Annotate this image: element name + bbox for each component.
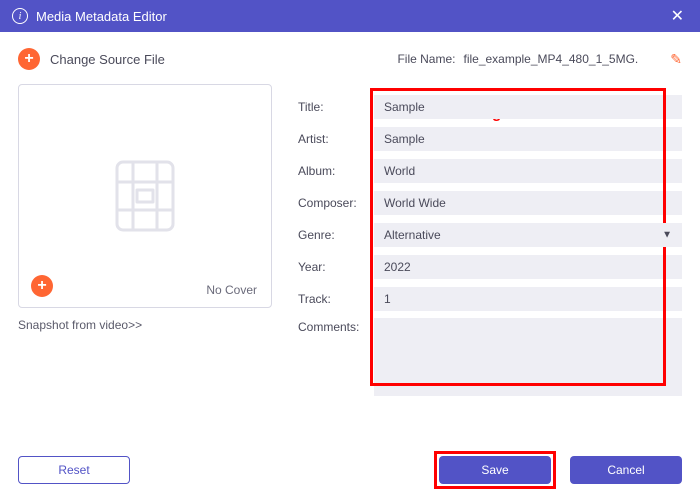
info-icon: i bbox=[12, 8, 28, 24]
year-input[interactable] bbox=[374, 255, 682, 279]
comments-textarea[interactable] bbox=[374, 318, 682, 396]
close-icon[interactable]: ✕ bbox=[667, 6, 688, 26]
edit-filename-icon[interactable]: ✎ bbox=[670, 51, 682, 68]
window-title: Media Metadata Editor bbox=[36, 9, 167, 24]
change-source-label: Change Source File bbox=[50, 52, 165, 67]
reset-button[interactable]: Reset bbox=[18, 456, 130, 484]
title-input[interactable] bbox=[374, 95, 682, 119]
genre-select[interactable] bbox=[374, 223, 682, 247]
album-label: Album: bbox=[298, 164, 374, 178]
source-row: + Change Source File File Name: file_exa… bbox=[18, 48, 682, 70]
change-source-button[interactable]: + Change Source File bbox=[18, 48, 165, 70]
title-label: Title: bbox=[298, 100, 374, 114]
track-label: Track: bbox=[298, 292, 374, 306]
filename-label: File Name: bbox=[397, 52, 455, 66]
snapshot-link[interactable]: Snapshot from video>> bbox=[18, 318, 272, 332]
cover-box[interactable]: + No Cover bbox=[18, 84, 272, 308]
artist-input[interactable] bbox=[374, 127, 682, 151]
filename-value: file_example_MP4_480_1_5MG. bbox=[463, 52, 638, 66]
comments-label: Comments: bbox=[298, 318, 374, 334]
fields-col: Title: Artist: Album: Composer: Genre: ▼ bbox=[298, 94, 682, 396]
cover-placeholder-icon bbox=[97, 148, 193, 244]
composer-label: Composer: bbox=[298, 196, 374, 210]
plus-icon: + bbox=[18, 48, 40, 70]
composer-input[interactable] bbox=[374, 191, 682, 215]
no-cover-label: No Cover bbox=[206, 283, 257, 297]
save-button[interactable]: Save bbox=[439, 456, 551, 484]
annotation-save-box: Save bbox=[434, 451, 556, 489]
add-cover-icon[interactable]: + bbox=[31, 275, 53, 297]
genre-label: Genre: bbox=[298, 228, 374, 242]
track-input[interactable] bbox=[374, 287, 682, 311]
titlebar: i Media Metadata Editor ✕ bbox=[0, 0, 700, 32]
album-input[interactable] bbox=[374, 159, 682, 183]
artist-label: Artist: bbox=[298, 132, 374, 146]
year-label: Year: bbox=[298, 260, 374, 274]
cancel-button[interactable]: Cancel bbox=[570, 456, 682, 484]
footer: Reset Save Cancel bbox=[18, 451, 682, 489]
